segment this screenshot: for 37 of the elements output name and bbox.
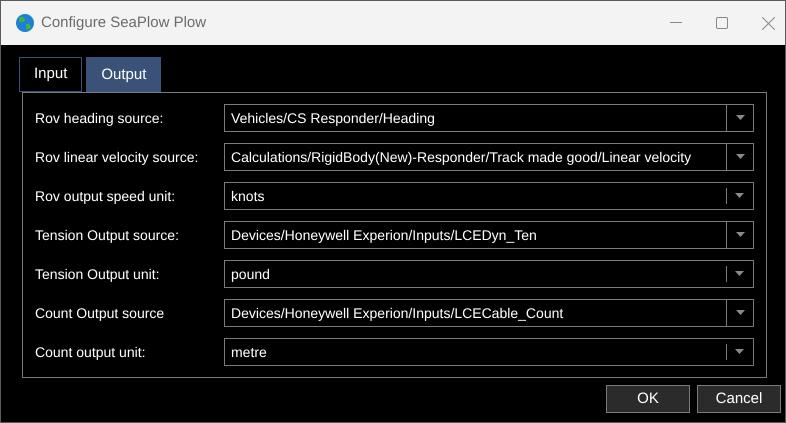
dropdown-field[interactable]: knots [224,182,754,210]
dropdown-field[interactable]: Devices/Honeywell Experion/Inputs/LCEDyn_Ten [224,221,754,249]
dropdown-value: pound [230,264,271,284]
caret-icon [735,193,744,199]
dropdown-field[interactable]: Vehicles/CS Responder/Heading [224,104,754,132]
field-label: Rov output speed unit: [35,186,176,206]
dropdown-value: Devices/Honeywell Experion/Inputs/LCEDyn_Ten [230,226,538,245]
dropdown-field[interactable]: pound [224,260,754,288]
field-label: Rov linear velocity source: [35,148,200,167]
dialog-button[interactable]: Cancel [697,385,781,413]
caret-icon [735,271,744,277]
dropdown-value: knots [230,186,266,206]
dropdown-field[interactable]: metre [224,338,754,366]
dropdown-value: Devices/Honeywell Experion/Inputs/LCECable_Count [230,304,564,323]
dropdown-field[interactable]: Calculations/RigidBody(New)-Responder/Track made good/Linear velocity [224,143,754,171]
caret-icon [736,232,744,238]
dropdown-field[interactable]: Devices/Honeywell Experion/Inputs/LCECable_Count [224,299,754,327]
dialog-button[interactable]: OK [606,385,690,413]
globe-icon [15,13,35,33]
field-label: Tension Output source: [35,226,180,245]
minimize-icon[interactable] [670,22,682,24]
field-label: Tension Output unit: [35,264,161,284]
tab[interactable]: Output [86,57,162,92]
dropdown-value: Calculations/RigidBody(New)-Responder/Track made good/Linear velocity [230,148,692,167]
dropdown-value: Vehicles/CS Responder/Heading [230,108,436,128]
caret-icon [736,154,744,160]
maximize-icon[interactable] [716,17,728,29]
field-label: Count output unit: [35,342,147,362]
field-label: Count Output source [35,304,166,323]
caret-icon [736,115,744,121]
caret-icon [735,349,744,355]
window-title: Configure SeaPlow Plow [41,12,206,33]
close-icon[interactable] [762,16,775,30]
dropdown-value: metre [230,342,268,362]
caret-icon [736,310,744,316]
tab[interactable]: Input [19,57,82,92]
field-label: Rov heading source: [35,108,164,128]
